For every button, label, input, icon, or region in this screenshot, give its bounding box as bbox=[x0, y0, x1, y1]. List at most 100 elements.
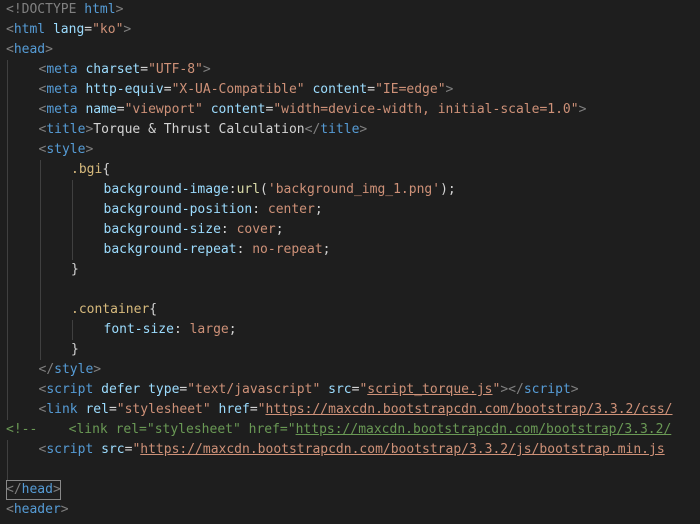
code-token: background-repeat bbox=[103, 242, 237, 257]
code-token: background-size bbox=[103, 222, 221, 237]
code-line[interactable]: } bbox=[0, 340, 700, 360]
indent-guide bbox=[39, 340, 41, 360]
indent-guide bbox=[72, 200, 73, 220]
code-text: <meta http-equiv="X-UA-Compatible" conte… bbox=[39, 80, 454, 100]
code-token: ( bbox=[260, 182, 268, 197]
code-line[interactable] bbox=[0, 460, 700, 480]
code-token: { bbox=[149, 302, 158, 317]
code-token: rel bbox=[85, 402, 109, 417]
indent-guide bbox=[7, 160, 8, 180]
code-token: style bbox=[54, 362, 94, 377]
code-token: < bbox=[6, 42, 14, 57]
code-line[interactable]: <style> bbox=[0, 140, 700, 160]
code-token: : bbox=[173, 322, 190, 337]
indent-guide bbox=[7, 240, 8, 260]
code-link[interactable]: https://maxcdn.bootstrapcdn.com/bootstra… bbox=[296, 422, 672, 437]
code-line[interactable]: } bbox=[0, 260, 700, 280]
indent-guide bbox=[7, 140, 8, 160]
code-text: <html lang="ko"> bbox=[6, 20, 131, 40]
indent-guide bbox=[39, 320, 41, 340]
indent-guide bbox=[72, 220, 73, 240]
code-token: href bbox=[218, 402, 250, 417]
code-token: "IE=edge" bbox=[375, 82, 446, 97]
code-token: meta bbox=[46, 102, 78, 117]
code-editor[interactable]: <!DOCTYPE html> <html lang="ko"> <head> <me… bbox=[0, 0, 700, 524]
code-link[interactable]: https://maxcdn.bootstrapcdn.com/bootstra… bbox=[140, 442, 664, 457]
code-token: large bbox=[189, 322, 229, 337]
code-line[interactable]: <meta http-equiv="X-UA-Compatible" conte… bbox=[0, 80, 700, 100]
indent-guide bbox=[7, 300, 8, 320]
code-line[interactable]: font-size: large; bbox=[0, 320, 700, 340]
code-link[interactable]: https://maxcdn.bootstrapcdn.com/bootstra… bbox=[266, 402, 673, 417]
code-line[interactable]: background-image:url('background_img_1.p… bbox=[0, 180, 700, 200]
code-line[interactable]: <script src="https://maxcdn.bootstrapcdn… bbox=[0, 440, 700, 460]
code-token: </ bbox=[6, 482, 22, 497]
indent-guide bbox=[7, 320, 8, 340]
code-line[interactable]: background-repeat: no-repeat; bbox=[0, 240, 700, 260]
code-token: = bbox=[116, 102, 125, 117]
code-line[interactable]: <script defer type="text/javascript" src… bbox=[0, 380, 700, 400]
code-token: url bbox=[236, 182, 261, 197]
code-token: = bbox=[84, 22, 93, 37]
code-token: } bbox=[71, 262, 79, 277]
code-text: background-position: center; bbox=[104, 200, 323, 220]
code-line[interactable]: <html lang="ko"> bbox=[0, 20, 700, 40]
code-line[interactable]: <header> bbox=[0, 500, 700, 520]
code-line[interactable]: background-position: center; bbox=[0, 200, 700, 220]
indent-guide bbox=[7, 460, 8, 480]
indent-guide bbox=[72, 320, 73, 340]
code-text: background-size: cover; bbox=[104, 220, 284, 240]
code-token: > bbox=[445, 82, 454, 97]
code-line[interactable]: <meta name="viewport" content="width=dev… bbox=[0, 100, 700, 120]
code-line[interactable]: background-size: cover; bbox=[0, 220, 700, 240]
bracket-match-highlight: </head> bbox=[6, 480, 61, 500]
code-token: ; bbox=[228, 322, 237, 337]
indent-guide bbox=[39, 240, 41, 260]
code-text: .bgi{ bbox=[71, 160, 110, 180]
indent-guide bbox=[39, 260, 41, 280]
code-token: < bbox=[6, 502, 14, 517]
code-line[interactable]: <link rel="stylesheet" href="https://max… bbox=[0, 400, 700, 420]
code-line[interactable]: .bgi{ bbox=[0, 160, 700, 180]
code-token: = bbox=[108, 402, 117, 417]
indent-guide bbox=[39, 300, 41, 320]
code-token: background-image bbox=[103, 182, 229, 197]
code-line[interactable]: </head> bbox=[0, 480, 700, 500]
code-token: header bbox=[13, 502, 61, 517]
code-link[interactable]: script_torque.js bbox=[367, 382, 492, 397]
indent-guide bbox=[7, 440, 8, 460]
code-text: <link rel="stylesheet" href="https://max… bbox=[39, 400, 673, 420]
code-token: "UTF-8" bbox=[148, 62, 203, 77]
code-line[interactable] bbox=[0, 280, 700, 300]
code-line[interactable]: <!-- <link rel="stylesheet" href="https:… bbox=[0, 420, 700, 440]
code-token: : bbox=[252, 202, 268, 217]
code-line[interactable]: </style> bbox=[0, 360, 700, 380]
code-token: content bbox=[210, 102, 266, 117]
code-token: content bbox=[312, 82, 368, 97]
code-line[interactable]: <meta charset="UTF-8"> bbox=[0, 60, 700, 80]
indent-guide bbox=[7, 120, 8, 140]
code-token: "ko" bbox=[92, 22, 124, 37]
code-text: <!-- <link rel="stylesheet" href="https:… bbox=[6, 420, 671, 440]
code-token: defer bbox=[101, 382, 141, 397]
indent-guide bbox=[7, 340, 8, 360]
code-token: "text/javascript" bbox=[187, 382, 321, 397]
code-token: src bbox=[328, 382, 352, 397]
code-line[interactable]: .container{ bbox=[0, 300, 700, 320]
code-token: "width=device-width, initial-scale=1.0" bbox=[273, 102, 579, 117]
indent-guide bbox=[39, 180, 41, 200]
code-line[interactable]: <!DOCTYPE html> bbox=[0, 0, 700, 20]
code-text: </style> bbox=[39, 360, 102, 380]
code-token: > bbox=[52, 482, 61, 497]
code-line[interactable]: <head> bbox=[0, 40, 700, 60]
code-text: <meta name="viewport" content="width=dev… bbox=[39, 100, 587, 120]
code-token: </ bbox=[38, 362, 55, 377]
code-token: > bbox=[578, 102, 587, 117]
indent-guide bbox=[7, 200, 8, 220]
code-line[interactable]: <title>Torque & Thrust Calculation</titl… bbox=[0, 120, 700, 140]
code-token: "stylesheet" bbox=[116, 402, 211, 417]
code-token: lang bbox=[52, 22, 85, 37]
